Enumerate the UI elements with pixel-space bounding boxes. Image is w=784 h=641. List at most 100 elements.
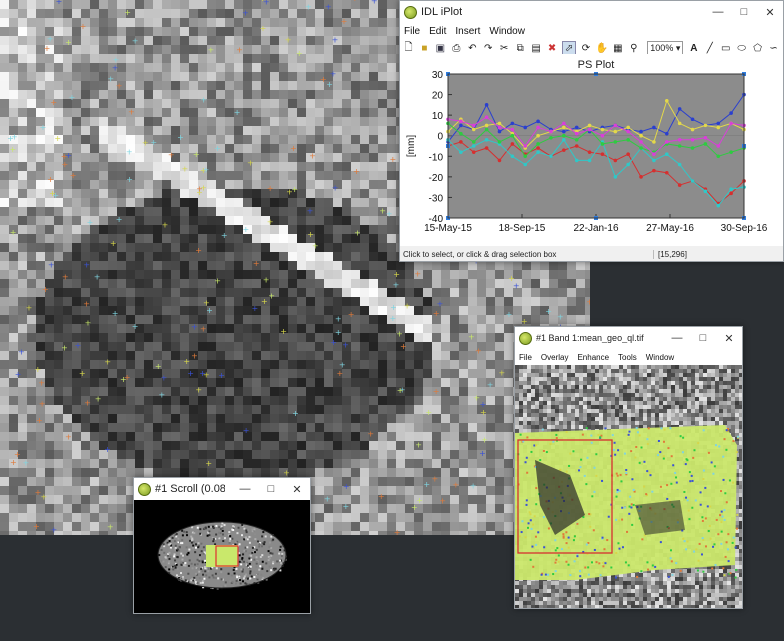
menu-tools[interactable]: Tools	[618, 353, 637, 362]
svg-text:+: +	[290, 144, 297, 153]
close-icon[interactable]: ✕	[284, 478, 310, 500]
svg-text:+: +	[112, 63, 119, 72]
data-range-icon[interactable]: ▦	[611, 42, 624, 55]
idl-app-icon	[404, 5, 417, 19]
menu-file[interactable]: File	[519, 353, 532, 362]
band-image[interactable]	[515, 365, 743, 609]
maximize-icon[interactable]: □	[690, 327, 716, 349]
copy-icon[interactable]: ⧉	[514, 42, 527, 55]
data-point	[639, 146, 643, 150]
svg-text:+: +	[36, 416, 43, 425]
scroll-titlebar[interactable]: #1 Scroll (0.085... — □ ✕	[134, 478, 310, 500]
data-point	[523, 144, 528, 148]
svg-text:+: +	[191, 322, 198, 331]
menu-overlay[interactable]: Overlay	[541, 353, 569, 362]
svg-text:+: +	[48, 261, 55, 270]
open-folder-icon[interactable]: ■	[418, 42, 431, 55]
data-point	[626, 162, 630, 167]
data-point	[536, 150, 540, 154]
data-point	[510, 127, 515, 132]
close-icon[interactable]: ✕	[716, 327, 742, 349]
zoom-select[interactable]: 100% ▾	[647, 41, 684, 55]
minimize-icon[interactable]: —	[705, 1, 731, 23]
menu-window[interactable]: Window	[646, 353, 674, 362]
svg-text:+: +	[394, 528, 401, 535]
line-tool-icon[interactable]: ╱	[703, 42, 716, 55]
minimize-icon[interactable]: —	[232, 478, 258, 500]
new-file-icon[interactable]: 🗋	[402, 42, 415, 55]
menu-enhance[interactable]: Enhance	[577, 353, 609, 362]
data-point	[613, 129, 618, 134]
paste-icon[interactable]: ▤	[530, 42, 543, 55]
data-point	[652, 168, 656, 173]
svg-text:+: +	[126, 175, 133, 184]
svg-text:+: +	[69, 93, 76, 102]
print-icon[interactable]: ⎙	[450, 42, 463, 55]
data-point	[652, 125, 656, 130]
data-point	[652, 158, 656, 163]
text-tool-icon[interactable]: A	[687, 42, 700, 55]
pan-hand-icon[interactable]: ✋	[595, 42, 608, 55]
zoom-icon[interactable]: ⚲	[627, 42, 640, 55]
menu-edit[interactable]: Edit	[429, 26, 446, 37]
menu-file[interactable]: File	[404, 26, 420, 37]
status-coords: [15,296]	[658, 249, 687, 259]
svg-text:+: +	[10, 458, 17, 467]
svg-text:+: +	[325, 3, 332, 12]
svg-text:+: +	[116, 215, 123, 224]
redo-icon[interactable]: ↷	[482, 42, 495, 55]
ellipse-tool-icon[interactable]: ⬭	[735, 42, 748, 55]
idl-app-icon	[138, 482, 151, 496]
data-point	[471, 123, 476, 128]
data-point	[471, 140, 476, 144]
svg-text:+: +	[470, 482, 477, 491]
data-point	[510, 154, 515, 159]
maximize-icon[interactable]: □	[731, 1, 757, 23]
data-point	[574, 131, 579, 136]
delete-icon[interactable]: ✖	[546, 42, 559, 55]
data-point	[484, 115, 489, 119]
svg-text:+: +	[236, 45, 243, 54]
svg-text:+: +	[263, 275, 270, 284]
freehand-tool-icon[interactable]: ∽	[767, 42, 780, 55]
svg-text:+: +	[14, 450, 21, 459]
band-titlebar[interactable]: #1 Band 1:mean_geo_ql.tif — □ ✕	[515, 327, 742, 349]
polygon-tool-icon[interactable]: ⬠	[751, 42, 764, 55]
minimize-icon[interactable]: —	[664, 327, 690, 349]
ps-plot-canvas[interactable]: PS Plot3020100-10-20-30-40[mm]15-May-15 1…	[400, 54, 783, 246]
x-tick-label: 22-Jan-16	[573, 223, 618, 234]
data-point	[574, 125, 579, 130]
svg-text:+: +	[341, 17, 348, 26]
svg-text:+: +	[41, 493, 48, 502]
svg-text:+: +	[400, 342, 407, 351]
svg-text:+: +	[195, 385, 202, 394]
svg-text:+: +	[252, 304, 259, 313]
save-icon[interactable]: ▣	[434, 42, 447, 55]
maximize-icon[interactable]: □	[258, 478, 284, 500]
svg-text:+: +	[94, 273, 101, 282]
svg-text:+: +	[70, 171, 77, 180]
data-point	[536, 119, 540, 124]
rectangle-tool-icon[interactable]: ▭	[719, 42, 732, 55]
svg-text:+: +	[112, 55, 119, 64]
data-point	[587, 127, 592, 132]
svg-text:+: +	[433, 309, 440, 318]
scroll-overview-image[interactable]	[134, 500, 310, 613]
cut-icon[interactable]: ✂	[498, 42, 511, 55]
close-icon[interactable]: ✕	[757, 1, 783, 23]
iplot-titlebar[interactable]: IDL iPlot — □ ✕	[400, 1, 783, 23]
undo-icon[interactable]: ↶	[466, 42, 479, 55]
svg-text:+: +	[499, 369, 506, 378]
data-point	[729, 191, 733, 196]
svg-text:+: +	[132, 37, 139, 46]
svg-text:+: +	[475, 346, 482, 355]
svg-text:+: +	[150, 138, 157, 147]
y-tick-label: 10	[432, 111, 444, 122]
menu-insert[interactable]: Insert	[455, 26, 480, 37]
rotate-icon[interactable]: ⟳	[579, 42, 592, 55]
idl-app-icon	[519, 331, 532, 345]
data-point	[484, 146, 489, 150]
svg-text:+: +	[218, 371, 225, 380]
data-point	[639, 175, 643, 179]
menu-window[interactable]: Window	[489, 26, 525, 37]
